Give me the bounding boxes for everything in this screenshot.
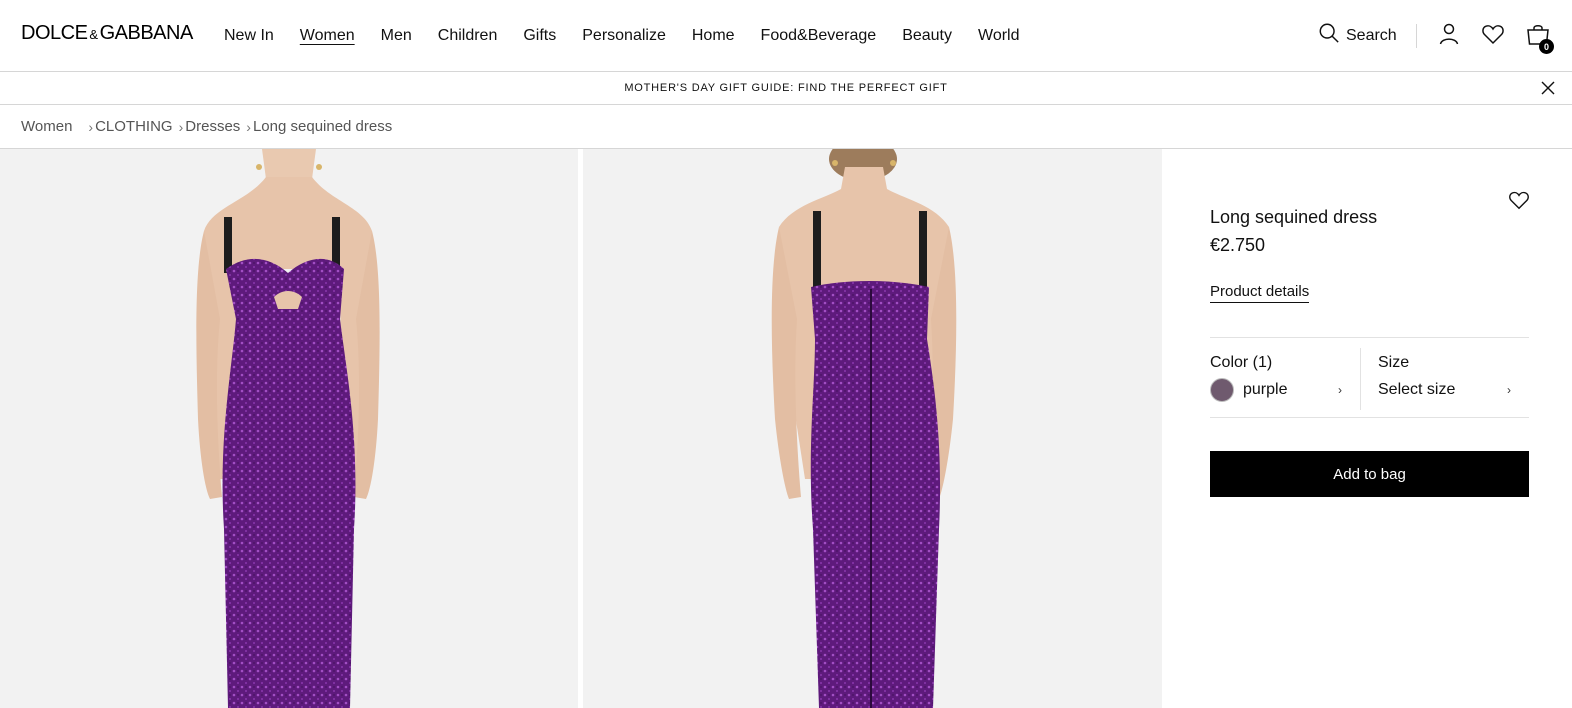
wishlist-button[interactable] [1481,22,1505,51]
brand-logo[interactable]: DOLCE & GABBANA [21,22,193,45]
nav-item-food-beverage[interactable]: Food&Beverage [761,27,877,45]
options-divider-bottom [1210,417,1529,418]
breadcrumb-current: Long sequined dress [252,118,393,135]
product-details-link[interactable]: Product details [1210,283,1310,303]
promo-banner: MOTHER'S DAY GIFT GUIDE: FIND THE PERFEC… [0,72,1572,105]
logo-left-text: DOLCE [21,22,88,44]
options-divider-top [1210,337,1529,338]
logo-amp: & [89,27,98,42]
user-icon [1437,23,1461,50]
color-selector[interactable]: purple [1210,378,1287,402]
nav-item-men[interactable]: Men [381,27,412,45]
add-to-wishlist-button[interactable] [1508,189,1530,216]
cart-count-badge: 0 [1539,39,1554,54]
nav-item-home[interactable]: Home [692,27,735,45]
size-selector[interactable]: Select size [1378,381,1455,399]
nav-item-beauty[interactable]: Beauty [902,27,952,45]
main-nav: New In Women Men Children Gifts Personal… [224,0,1046,72]
chevron-right-icon[interactable]: › [1338,383,1342,397]
breadcrumb-separator: › [178,118,184,135]
size-value: Select size [1378,381,1456,398]
heart-icon [1509,191,1529,210]
nav-item-world[interactable]: World [978,27,1020,45]
options-divider-middle [1360,348,1361,410]
search-icon [1318,22,1340,49]
product-image-back[interactable] [583,149,1162,708]
breadcrumb-dresses[interactable]: Dresses [185,118,240,135]
header-divider [1416,24,1417,48]
dress-front-illustration [196,149,380,708]
breadcrumb-separator: › [88,118,94,135]
product-title: Long sequined dress [1210,207,1378,227]
breadcrumb-separator: › [246,118,251,135]
chevron-right-icon[interactable]: › [1507,383,1511,397]
nav-item-children[interactable]: Children [438,27,498,45]
site-header: DOLCE & GABBANA New In Women Men Children … [0,0,1572,72]
nav-item-gifts[interactable]: Gifts [523,27,556,45]
product-image-front[interactable] [0,149,578,708]
nav-item-women[interactable]: Women [300,27,355,45]
nav-item-personalize[interactable]: Personalize [582,27,666,45]
logo-right-text: GABBANA [99,22,194,44]
promo-text[interactable]: MOTHER'S DAY GIFT GUIDE: FIND THE PERFEC… [624,82,947,94]
search-label: Search [1346,26,1397,44]
product-info-panel: Long sequined dress €2.750 Product detai… [1162,149,1572,708]
color-value: purple [1243,381,1288,398]
product-price: €2.750 [1210,235,1266,255]
dress-back-illustration [771,149,957,708]
breadcrumb-women[interactable]: Women [21,118,72,135]
cart-button[interactable]: 0 [1526,22,1554,54]
color-label: Color (1) [1210,354,1273,371]
add-to-bag-button[interactable]: Add to bag [1210,451,1529,497]
search-button[interactable]: Search [1318,22,1397,49]
nav-item-new-in[interactable]: New In [224,27,274,45]
breadcrumb-clothing[interactable]: CLOTHING [95,118,173,135]
size-label: Size [1378,354,1410,371]
breadcrumb: Women › CLOTHING › Dresses › Long sequin… [21,105,392,148]
color-swatch [1210,378,1234,402]
heart-icon [1481,25,1505,50]
close-icon [1541,81,1555,95]
account-button[interactable] [1437,22,1461,51]
promo-close-button[interactable] [1540,80,1556,101]
